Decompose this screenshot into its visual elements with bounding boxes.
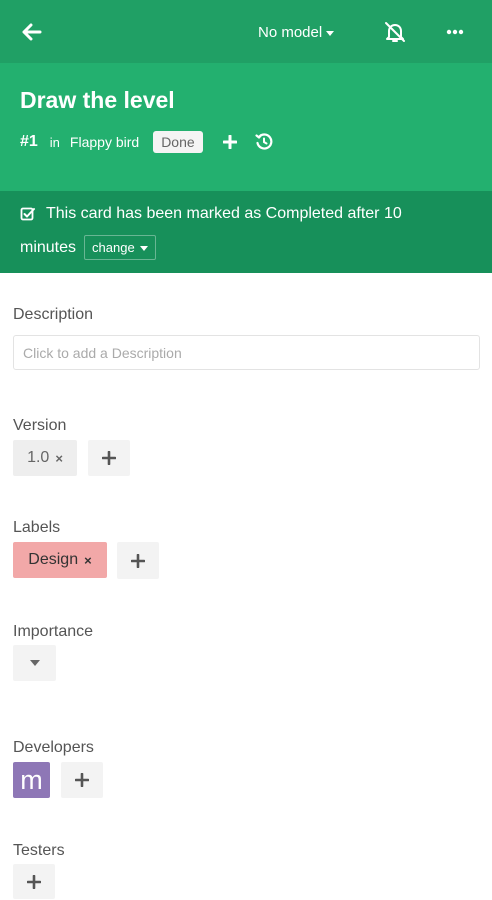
add-developer-button[interactable] bbox=[61, 762, 103, 798]
chevron-down-icon bbox=[326, 30, 335, 36]
in-label: in bbox=[49, 134, 60, 150]
notifications-toggle[interactable] bbox=[378, 15, 412, 49]
history-icon bbox=[255, 133, 273, 150]
plus-icon bbox=[27, 874, 41, 889]
notice-line-1: This card has been marked as Completed a… bbox=[20, 205, 402, 223]
importance-label: Importance bbox=[13, 623, 94, 640]
notice-text: This card has been marked as Completed a… bbox=[46, 205, 402, 222]
remove-icon[interactable]: × bbox=[55, 451, 63, 466]
arrow-left-icon bbox=[22, 23, 42, 41]
completion-notice: This card has been marked as Completed a… bbox=[0, 191, 492, 273]
avatar[interactable]: m bbox=[13, 762, 50, 798]
chevron-down-icon bbox=[139, 246, 148, 251]
add-button[interactable] bbox=[219, 131, 241, 153]
version-label: Version bbox=[13, 417, 67, 434]
plus-icon bbox=[222, 135, 237, 149]
developers-label: Developers bbox=[13, 739, 94, 756]
importance-dropdown[interactable] bbox=[13, 645, 56, 681]
change-button[interactable]: change bbox=[84, 235, 156, 260]
testers-label: Testers bbox=[13, 842, 65, 859]
version-chip[interactable]: 1.0 × bbox=[13, 440, 77, 476]
card-meta: #1 in Flappy bird Done bbox=[20, 131, 287, 153]
project-link[interactable]: Flappy bird bbox=[70, 134, 139, 150]
notice-text-2: minutes bbox=[20, 238, 77, 256]
change-label: change bbox=[92, 240, 135, 255]
add-version-button[interactable] bbox=[88, 440, 130, 476]
status-badge[interactable]: Done bbox=[153, 131, 203, 153]
chevron-down-icon bbox=[29, 660, 40, 666]
more-options-button[interactable] bbox=[440, 15, 470, 49]
description-input[interactable] bbox=[13, 335, 480, 370]
model-dropdown[interactable]: No model bbox=[258, 18, 335, 46]
version-value: 1.0 bbox=[27, 449, 50, 466]
back-button[interactable] bbox=[14, 14, 50, 50]
model-label: No model bbox=[258, 23, 323, 41]
card-number: #1 bbox=[20, 133, 38, 150]
remove-icon[interactable]: × bbox=[84, 553, 92, 568]
plus-icon bbox=[75, 773, 89, 787]
plus-icon bbox=[131, 553, 145, 568]
card-header: Draw the level #1 in Flappy bird Done bbox=[0, 63, 492, 191]
label-name: Design bbox=[28, 551, 79, 568]
add-label-button[interactable] bbox=[117, 542, 159, 579]
checkbox-checked-icon bbox=[20, 206, 36, 222]
notice-line-2: minutes change bbox=[20, 235, 156, 260]
more-horizontal-icon bbox=[446, 29, 464, 35]
description-label: Description bbox=[13, 306, 94, 323]
top-bar: No model bbox=[0, 0, 492, 63]
labels-label: Labels bbox=[13, 519, 61, 536]
bell-off-icon bbox=[385, 22, 405, 42]
plus-icon bbox=[102, 451, 116, 465]
card-title[interactable]: Draw the level bbox=[20, 87, 175, 114]
add-tester-button[interactable] bbox=[13, 864, 55, 899]
label-chip-design[interactable]: Design × bbox=[13, 542, 107, 578]
history-button[interactable] bbox=[253, 131, 275, 153]
